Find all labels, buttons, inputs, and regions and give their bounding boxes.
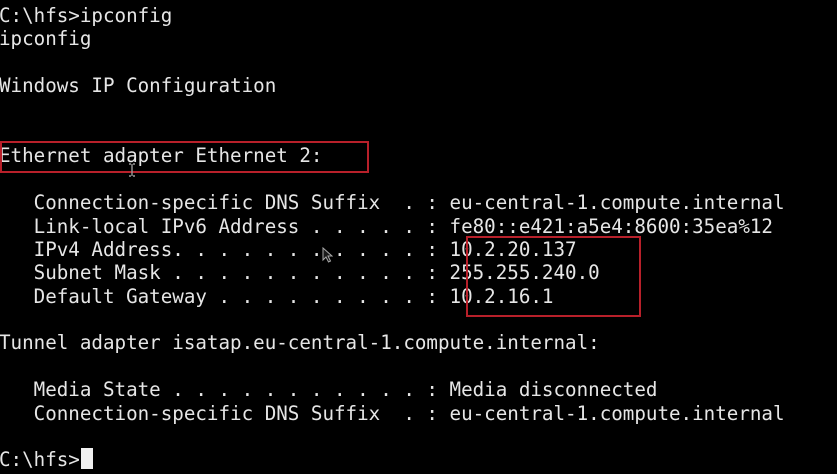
adapter-heading-ethernet: Ethernet adapter Ethernet 2: [0, 144, 323, 168]
i-beam-cursor-icon [129, 163, 135, 177]
terminal-output: C:\hfs>ipconfig ipconfig Windows IP Conf… [0, 4, 837, 472]
terminal-window[interactable]: C:\hfs>ipconfig ipconfig Windows IP Conf… [0, 0, 837, 474]
ipv6-address-line: Link-local IPv6 Address . . . . . : fe80… [0, 214, 773, 238]
subnet-mask-line: Subnet Mask . . . . . . . . . . . : 255.… [0, 261, 600, 285]
command-prompt: C:\hfs> [0, 448, 80, 472]
media-state-line: Media State . . . . . . . . . . . : Medi… [0, 378, 658, 402]
dns-suffix-line: Connection-specific DNS Suffix . : eu-ce… [0, 191, 785, 215]
adapter-heading-tunnel: Tunnel adapter isatap.eu-central-1.compu… [0, 331, 600, 355]
default-gateway-line: Default Gateway . . . . . . . . . : 10.2… [0, 284, 554, 308]
tunnel-dns-suffix-line: Connection-specific DNS Suffix . : eu-ce… [0, 401, 785, 425]
command-line: C:\hfs>ipconfig [0, 4, 173, 27]
text-cursor-block [80, 448, 93, 470]
output-heading: Windows IP Configuration [0, 74, 277, 98]
command-echo: ipconfig [0, 27, 92, 51]
ipv4-address-line: IPv4 Address. . . . . . . . . . . : 10.2… [0, 237, 577, 261]
arrow-pointer-icon [322, 247, 333, 263]
prompt-line[interactable]: C:\hfs> [0, 448, 837, 471]
